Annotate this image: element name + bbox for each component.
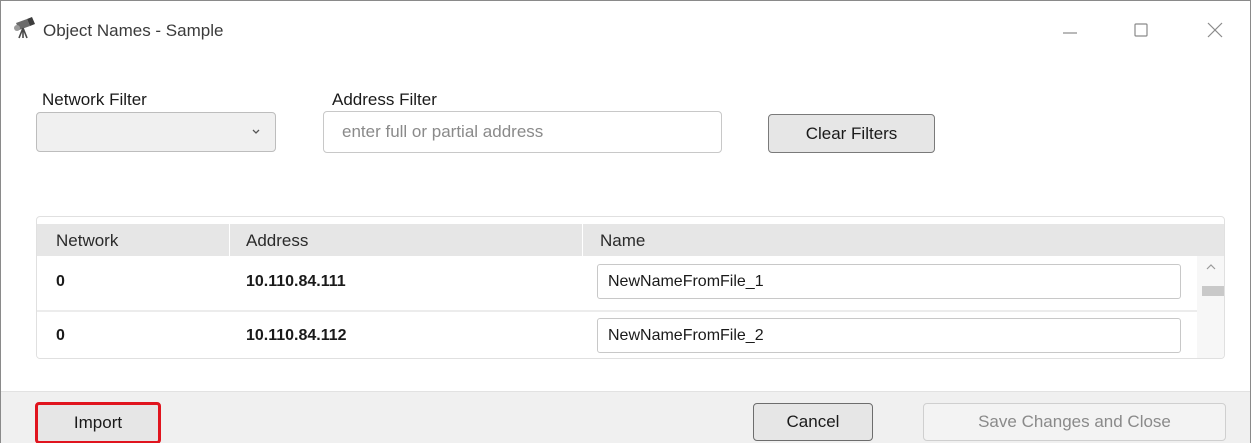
address-cell: 10.110.84.112	[246, 327, 347, 344]
network-filter-dropdown[interactable]	[36, 112, 276, 152]
minimize-icon[interactable]	[1048, 13, 1092, 47]
vertical-scrollbar[interactable]	[1197, 256, 1224, 358]
column-header-name[interactable]: Name	[600, 231, 645, 251]
title-bar[interactable]: Object Names - Sample	[1, 1, 1250, 57]
name-input[interactable]	[597, 318, 1181, 353]
name-input[interactable]	[597, 264, 1181, 299]
chevron-up-icon[interactable]	[1204, 262, 1218, 272]
import-button[interactable]: Import	[35, 402, 161, 443]
column-header-network[interactable]: Network	[56, 231, 118, 251]
address-cell: 10.110.84.111	[246, 273, 346, 290]
table-row[interactable]: 0 10.110.84.112	[37, 312, 1197, 358]
grid-header: Network Address Name	[37, 224, 1224, 256]
network-filter-label: Network Filter	[42, 90, 147, 109]
table-row[interactable]: 0 10.110.84.111	[37, 258, 1197, 306]
network-cell: 0	[56, 273, 65, 290]
column-separator[interactable]	[229, 224, 230, 256]
column-separator[interactable]	[582, 224, 583, 256]
scrollbar-thumb[interactable]	[1202, 286, 1224, 296]
window-title: Object Names - Sample	[43, 21, 224, 40]
address-filter-label: Address Filter	[332, 90, 437, 109]
column-header-address[interactable]: Address	[246, 231, 308, 251]
chevron-down-icon	[252, 129, 260, 134]
telescope-icon	[14, 17, 35, 39]
footer-bar: Import Cancel Save Changes and Close	[1, 391, 1250, 443]
object-names-grid: Network Address Name 0 10.110.84.111 0 1…	[36, 216, 1225, 359]
address-filter-input[interactable]	[323, 111, 722, 153]
object-names-window: Object Names - Sample Network Filter Add…	[0, 0, 1251, 443]
clear-filters-button[interactable]: Clear Filters	[768, 114, 935, 153]
save-changes-and-close-button[interactable]: Save Changes and Close	[923, 403, 1226, 441]
close-icon[interactable]	[1193, 13, 1237, 47]
network-cell: 0	[56, 327, 65, 344]
maximize-icon[interactable]	[1119, 13, 1163, 47]
cancel-button[interactable]: Cancel	[753, 403, 873, 441]
